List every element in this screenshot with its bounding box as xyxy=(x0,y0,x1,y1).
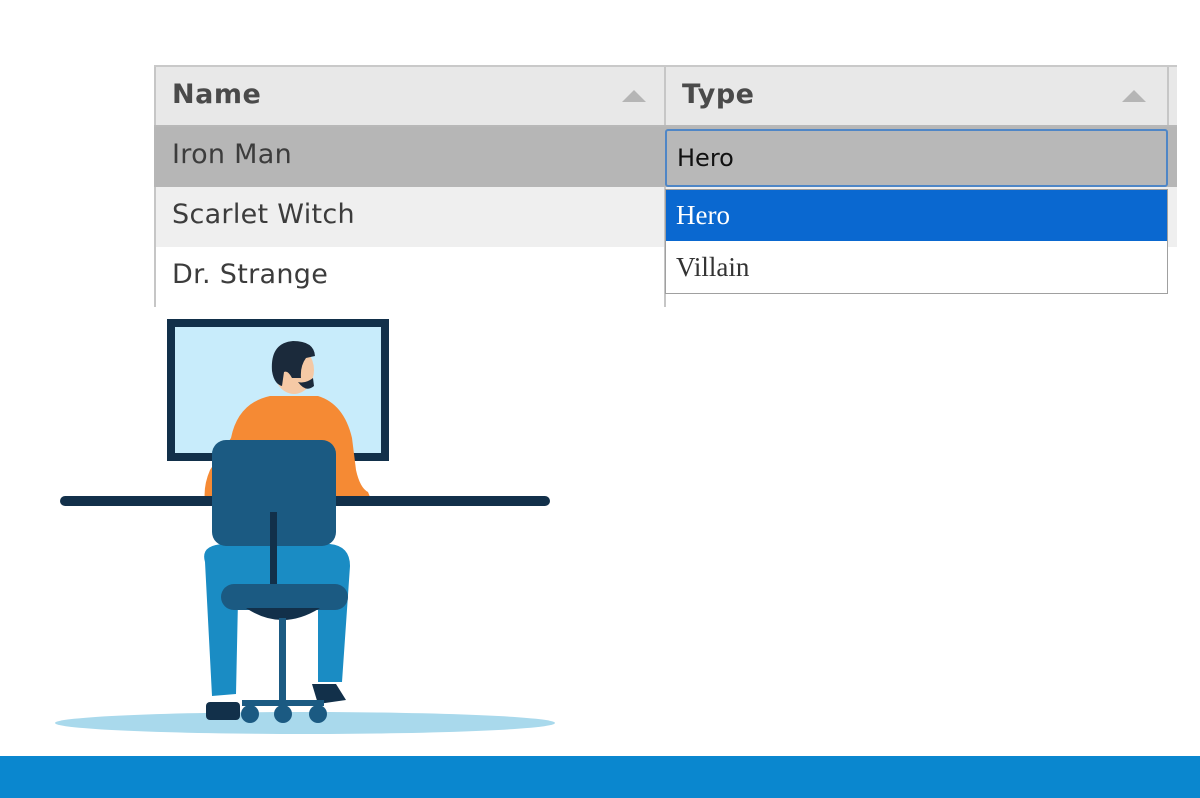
bottom-accent-band xyxy=(0,756,1200,798)
floor-shadow xyxy=(55,712,555,734)
person-at-computer-illustration xyxy=(55,319,555,734)
